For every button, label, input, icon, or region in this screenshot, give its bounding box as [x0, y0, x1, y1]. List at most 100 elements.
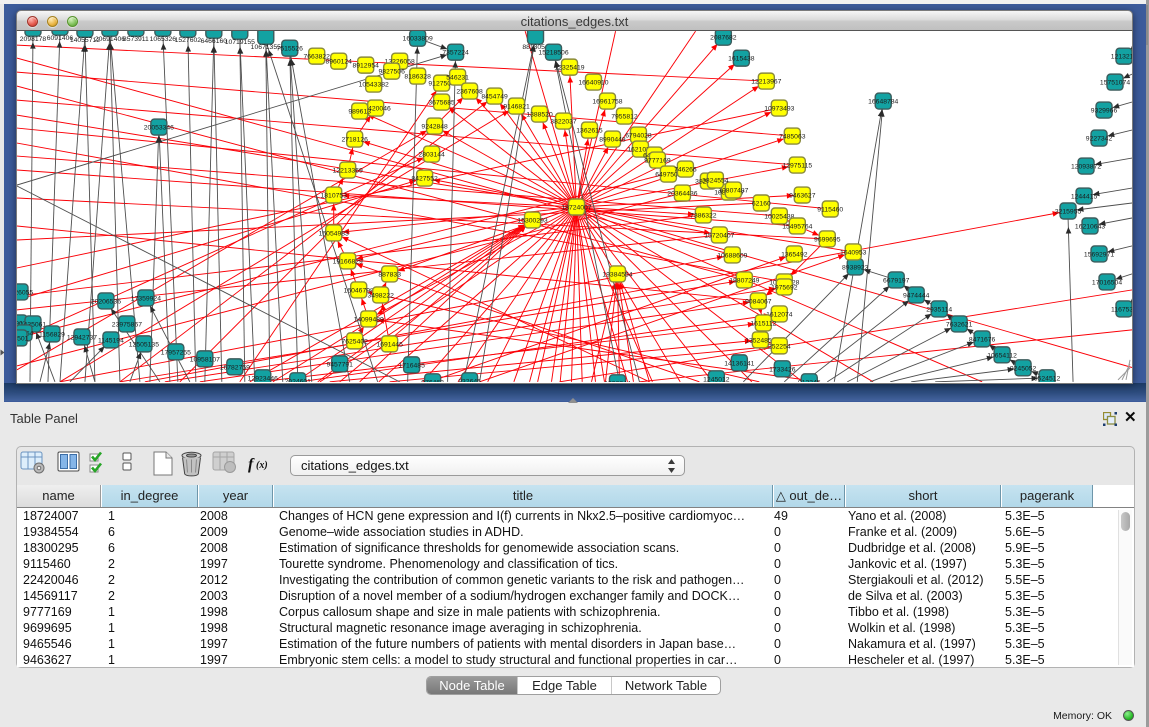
svg-text:7515526: 7515526	[277, 46, 304, 53]
svg-text:14136141: 14136141	[724, 360, 754, 367]
svg-text:12942737: 12942737	[67, 334, 97, 341]
svg-text:1065326: 1065326	[150, 36, 177, 43]
svg-text:18724007: 18724007	[561, 204, 591, 211]
svg-text:1213217: 1213217	[1111, 54, 1132, 61]
svg-text:10688609: 10688609	[717, 252, 747, 259]
svg-text:51501: 51501	[17, 335, 29, 342]
svg-text:1615112: 1615112	[750, 320, 776, 327]
svg-text:1716485: 1716485	[398, 362, 425, 369]
svg-text:16033809: 16033809	[403, 36, 433, 43]
svg-text:9463627: 9463627	[789, 193, 816, 200]
svg-text:1388520: 1388520	[526, 112, 553, 119]
svg-text:887833: 887833	[378, 271, 401, 278]
svg-text:18807249: 18807249	[729, 277, 759, 284]
svg-text:2087682: 2087682	[710, 35, 737, 42]
svg-text:15751074: 15751074	[1100, 80, 1130, 87]
svg-text:1975692: 1975692	[771, 284, 798, 291]
svg-text:9115460: 9115460	[817, 206, 843, 213]
svg-text:20691406: 20691406	[95, 36, 125, 43]
svg-text:10973493: 10973493	[764, 106, 794, 113]
svg-text:20206536: 20206536	[91, 298, 121, 305]
svg-text:9827506: 9827506	[378, 69, 405, 76]
svg-text:2718126: 2718126	[341, 137, 368, 144]
svg-text:8912954: 8912954	[352, 63, 379, 70]
svg-text:2024601: 2024601	[285, 378, 312, 382]
svg-text:16961758: 16961758	[592, 99, 622, 106]
svg-text:12213369: 12213369	[333, 168, 363, 175]
svg-text:2026055: 2026055	[17, 289, 33, 296]
svg-text:7632621: 7632621	[946, 321, 973, 328]
svg-text:1292344: 1292344	[604, 380, 631, 382]
svg-text:12093872: 12093872	[1071, 164, 1101, 171]
svg-text:10807487: 10807487	[718, 188, 748, 195]
svg-text:15495764: 15495764	[782, 223, 812, 230]
svg-text:6679197: 6679197	[883, 277, 910, 284]
svg-text:12213967: 12213967	[751, 79, 781, 86]
svg-text:3824554: 3824554	[702, 178, 729, 185]
svg-text:1615438: 1615438	[728, 56, 755, 63]
svg-text:12923446: 12923446	[248, 375, 278, 382]
svg-text:10958107: 10958107	[190, 356, 220, 363]
svg-text:8427552: 8427552	[411, 176, 438, 183]
svg-text:1527602: 1527602	[175, 37, 202, 44]
svg-text:3675685: 3675685	[428, 100, 455, 107]
svg-text:9699695: 9699695	[814, 236, 841, 243]
svg-text:12505135: 12505135	[129, 341, 159, 348]
svg-text:f: f	[248, 456, 255, 473]
svg-text:832645: 832645	[458, 378, 481, 382]
svg-text:1810753: 1810753	[321, 193, 348, 200]
svg-text:2098178: 2098178	[20, 36, 47, 43]
svg-text:10543382: 10543382	[359, 82, 389, 89]
svg-text:10654112: 10654112	[987, 352, 1017, 359]
svg-text:252254: 252254	[768, 343, 791, 350]
svg-text:7386322: 7386322	[690, 212, 717, 219]
svg-text:16648784: 16648784	[868, 99, 898, 106]
svg-text:16210643: 16210643	[1075, 223, 1105, 230]
svg-text:17016504: 17016504	[1092, 279, 1122, 286]
svg-text:8471676: 8471676	[969, 336, 996, 343]
svg-text:8186328: 8186328	[404, 74, 431, 81]
svg-text:19166829: 19166829	[333, 258, 363, 265]
svg-text:1145194: 1145194	[98, 337, 124, 344]
svg-text:16054983: 16054983	[319, 230, 349, 237]
svg-text:8990448: 8990448	[599, 137, 626, 144]
svg-text:15692971: 15692971	[1084, 251, 1114, 258]
svg-text:19384554: 19384554	[602, 271, 632, 278]
svg-text:3215955: 3215955	[1055, 208, 1082, 215]
svg-text:15300293: 15300293	[517, 217, 547, 224]
svg-text:9474444: 9474444	[903, 292, 930, 299]
svg-text:9329966: 9329966	[1091, 108, 1118, 115]
svg-text:2803144: 2803144	[418, 152, 445, 159]
svg-text:9146821: 9146821	[503, 104, 530, 111]
svg-text:2935114: 2935114	[926, 306, 952, 313]
svg-text:976462: 976462	[421, 379, 444, 382]
svg-text:9227342: 9227342	[1086, 136, 1113, 143]
svg-text:1640953: 1640953	[840, 249, 867, 256]
svg-text:1156829: 1156829	[39, 331, 65, 338]
svg-text:9084067: 9084067	[745, 298, 772, 305]
svg-text:7357224: 7357224	[442, 50, 469, 57]
svg-text:1691445: 1691445	[376, 341, 403, 348]
svg-text:15720407: 15720407	[704, 232, 734, 239]
svg-text:1362615: 1362615	[576, 128, 603, 135]
svg-text:7955812: 7955812	[611, 114, 638, 121]
svg-text:989613: 989613	[348, 109, 371, 116]
svg-text:8454749: 8454749	[481, 94, 508, 101]
svg-text:23975867: 23975867	[112, 321, 142, 328]
svg-text:2367608: 2367608	[456, 89, 483, 96]
svg-text:7485063: 7485063	[779, 134, 806, 141]
svg-text:(x): (x)	[256, 460, 268, 471]
svg-text:17359924: 17359924	[131, 295, 161, 302]
svg-text:6794028: 6794028	[625, 133, 652, 140]
svg-text:8573911: 8573911	[123, 36, 149, 43]
svg-text:9242848: 9242848	[421, 124, 448, 131]
svg-text:3498222: 3498222	[367, 292, 394, 299]
svg-text:15218506: 15218506	[538, 50, 568, 57]
svg-text:546231: 546231	[446, 75, 469, 82]
svg-text:6466160: 6466160	[201, 38, 228, 45]
svg-text:8960124: 8960124	[326, 59, 353, 66]
svg-text:1244415: 1244415	[1071, 194, 1098, 201]
svg-text:9457791: 9457791	[327, 361, 354, 368]
svg-text:16782759: 16782759	[220, 364, 250, 371]
svg-text:1365492: 1365492	[781, 251, 808, 258]
